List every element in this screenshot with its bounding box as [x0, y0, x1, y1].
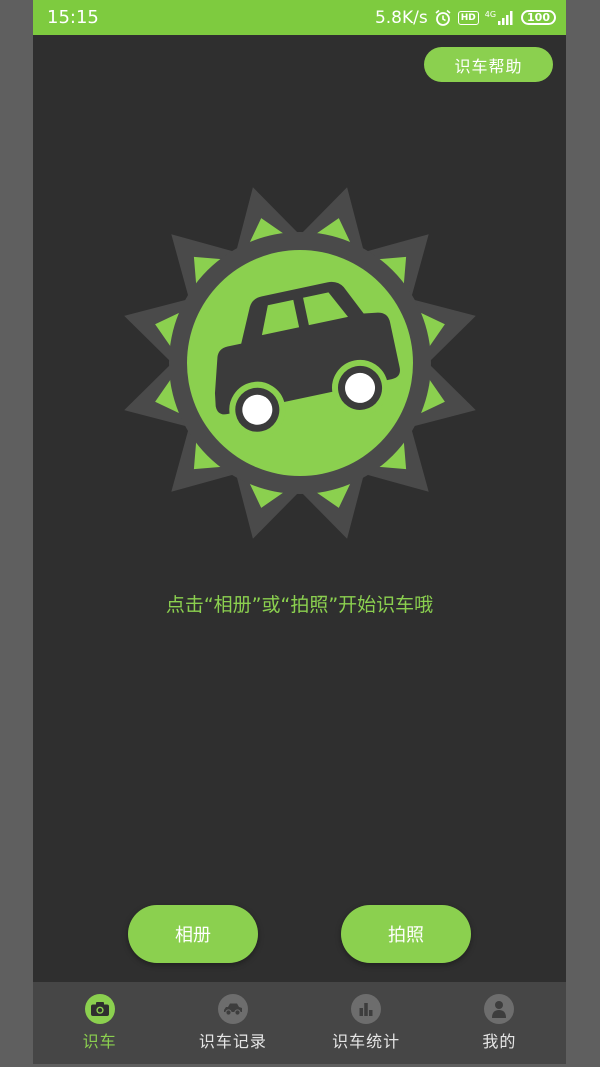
nav-item-profile[interactable]: 我的: [433, 982, 566, 1064]
camera-button[interactable]: 拍照: [341, 905, 471, 963]
nav-label: 识车统计: [332, 1032, 401, 1051]
nav-label: 识车: [82, 1032, 117, 1051]
album-button[interactable]: 相册: [128, 905, 258, 963]
phone-screen: 15:15 5.8K/s HD 4G 100 识车帮助 点击“相册”或“拍照”开…: [33, 0, 566, 1064]
nav-label: 我的: [482, 1032, 517, 1051]
status-time: 15:15: [47, 7, 99, 28]
status-indicators: 5.8K/s HD 4G 100: [375, 8, 556, 28]
hd-icon: HD: [457, 10, 479, 25]
bar-chart-icon: [351, 994, 382, 1024]
battery-icon: 100: [521, 10, 556, 25]
nav-item-stats[interactable]: 识车统计: [300, 982, 433, 1064]
signal-label: 4G: [484, 9, 497, 19]
car-badge-icon: [117, 180, 483, 546]
camera-icon: [84, 994, 115, 1024]
nav-item-recognize[interactable]: 识车: [33, 982, 166, 1064]
nav-label: 识车记录: [198, 1032, 267, 1051]
signal-icon: 4G: [484, 9, 515, 25]
car-icon: [217, 994, 248, 1024]
nav-item-history[interactable]: 识车记录: [166, 982, 299, 1064]
hint-text: 点击“相册”或“拍照”开始识车哦: [165, 594, 434, 616]
bottom-nav: 识车 识车记录 识车统计 我的: [33, 982, 566, 1064]
alarm-icon: [434, 9, 452, 27]
net-speed: 5.8K/s: [374, 7, 428, 28]
person-icon: [484, 994, 515, 1024]
help-button[interactable]: 识车帮助: [424, 47, 553, 82]
status-bar: 15:15 5.8K/s HD 4G 100: [33, 0, 566, 35]
